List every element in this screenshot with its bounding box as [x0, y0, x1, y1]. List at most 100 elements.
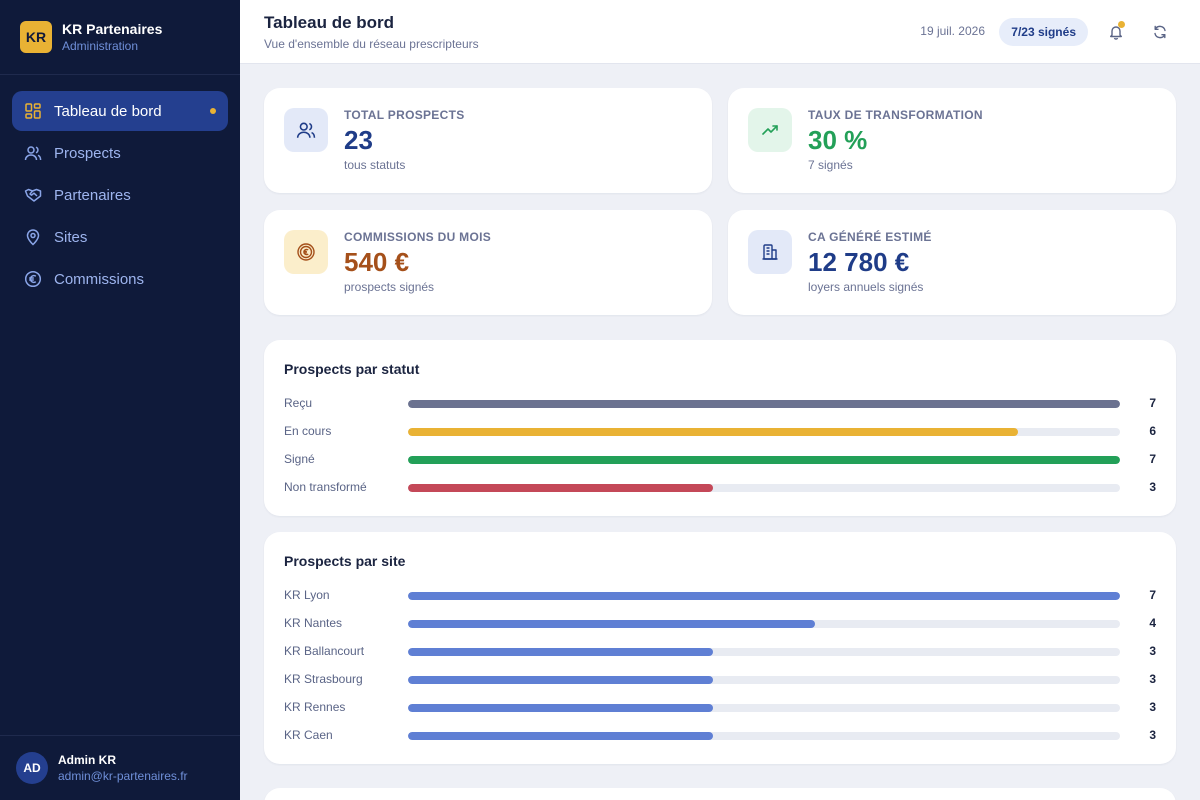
stat-note: prospects signés	[344, 280, 435, 294]
euro-icon	[24, 270, 42, 288]
sidebar: KR KR Partenaires Administration Tableau…	[0, 0, 240, 800]
stat-note: 7 signés	[808, 158, 853, 172]
bar-track	[408, 648, 1120, 656]
signed-count-badge: 7/23 signés	[999, 18, 1088, 46]
bar-track	[408, 676, 1120, 684]
bar-fill	[408, 400, 1120, 408]
bar-count: 6	[1149, 424, 1156, 438]
sidebar-item-sites[interactable]: Sites	[12, 217, 228, 257]
sidebar-item-label: Tableau de bord	[54, 102, 162, 120]
stat-value: 12 780 €	[808, 247, 910, 277]
bar-track	[408, 732, 1120, 740]
stat-note: loyers annuels signés	[808, 280, 924, 294]
page-title: Tableau de bord	[264, 13, 395, 32]
bar-count: 7	[1149, 588, 1156, 602]
dashboard-icon	[24, 102, 42, 120]
bar-label: KR Strasbourg	[284, 672, 363, 686]
stat-icon-box	[284, 230, 328, 274]
handshake-icon	[24, 186, 42, 204]
panel-title: Prospects par site	[284, 553, 406, 569]
brand-subtitle: Administration	[62, 38, 139, 53]
status-panel: Prospects par statut Reçu 7 En cours 6 Signé…	[264, 340, 1176, 516]
bar-fill	[408, 648, 714, 656]
stat-value: 23	[344, 125, 373, 155]
stat-note: tous statuts	[344, 158, 406, 172]
brand: KR KR Partenaires Administration	[0, 0, 240, 75]
bar-row: Signé 7	[284, 450, 1156, 470]
bar-fill	[408, 676, 714, 684]
bar-row: KR Lyon 7	[284, 586, 1156, 606]
stat-value: 540 €	[344, 247, 410, 277]
active-indicator-dot	[210, 108, 216, 114]
sidebar-item-partenaires[interactable]: Partenaires	[12, 175, 228, 215]
bar-label: KR Caen	[284, 728, 333, 742]
bar-label: KR Rennes	[284, 700, 346, 714]
bar-label: Non transformé	[284, 480, 367, 494]
stat-label: TAUX DE TRANSFORMATION	[808, 108, 983, 122]
euro-coin-icon	[296, 242, 316, 262]
sidebar-item-label: Sites	[54, 228, 88, 246]
bar-row: Reçu 7	[284, 394, 1156, 414]
stat-label: COMMISSIONS DU MOIS	[344, 230, 492, 244]
bar-fill	[408, 620, 815, 628]
top-header: Tableau de bord Vue d'ensemble du réseau…	[240, 0, 1200, 64]
users-icon	[24, 144, 42, 162]
notification-dot	[1118, 21, 1125, 28]
bar-track	[408, 592, 1120, 600]
bar-label: KR Nantes	[284, 616, 343, 630]
bar-fill	[408, 592, 1120, 600]
bar-count: 3	[1149, 672, 1156, 686]
notifications-button[interactable]	[1104, 20, 1128, 44]
stat-icon-box	[748, 108, 792, 152]
bar-track	[408, 484, 1120, 492]
bar-count: 7	[1149, 396, 1156, 410]
stat-value: 30 %	[808, 125, 868, 155]
stat-card-monthly-commissions: COMMISSIONS DU MOIS 540 € prospects sign…	[264, 210, 712, 315]
sidebar-item-prospects[interactable]: Prospects	[12, 133, 228, 173]
bar-count: 3	[1149, 480, 1156, 494]
bar-fill	[408, 456, 1120, 464]
bar-label: Signé	[284, 452, 315, 466]
user-name: Admin KR	[58, 753, 116, 767]
next-panel	[264, 788, 1176, 800]
bar-row: KR Rennes 3	[284, 698, 1156, 718]
stat-card-total-prospects: TOTAL PROSPECTS 23 tous statuts	[264, 88, 712, 193]
site-panel: Prospects par site KR Lyon 7 KR Nantes 4 KR …	[264, 532, 1176, 764]
user-email: admin@kr-partenaires.fr	[58, 769, 188, 783]
bar-track	[408, 620, 1120, 628]
map-pin-icon	[24, 228, 42, 246]
stat-label: TOTAL PROSPECTS	[344, 108, 465, 122]
sidebar-nav: Tableau de bord Prospects Partenaires Si…	[0, 75, 240, 299]
main-content: TOTAL PROSPECTS 23 tous statuts TAUX DE …	[240, 64, 1200, 800]
page-subtitle: Vue d'ensemble du réseau prescripteurs	[264, 37, 479, 51]
bar-track	[408, 704, 1120, 712]
bar-label: KR Ballancourt	[284, 644, 365, 658]
bar-row: KR Caen 3	[284, 726, 1156, 746]
avatar: AD	[16, 752, 48, 784]
stat-card-estimated-revenue: CA GÉNÉRÉ ESTIMÉ 12 780 € loyers annuels…	[728, 210, 1176, 315]
refresh-button[interactable]	[1148, 20, 1172, 44]
bar-count: 3	[1149, 728, 1156, 742]
sidebar-item-dashboard[interactable]: Tableau de bord	[12, 91, 228, 131]
user-profile[interactable]: AD Admin KR admin@kr-partenaires.fr	[0, 735, 240, 800]
brand-logo: KR	[20, 21, 52, 53]
sidebar-item-commissions[interactable]: Commissions	[12, 259, 228, 299]
bar-row: En cours 6	[284, 422, 1156, 442]
bar-fill	[408, 484, 714, 492]
sidebar-item-label: Partenaires	[54, 186, 131, 204]
stat-card-conversion-rate: TAUX DE TRANSFORMATION 30 % 7 signés	[728, 88, 1176, 193]
bar-count: 7	[1149, 452, 1156, 466]
bar-row: KR Strasbourg 3	[284, 670, 1156, 690]
bar-fill	[408, 732, 714, 740]
brand-name: KR Partenaires	[62, 20, 163, 37]
bar-track	[408, 428, 1120, 436]
stat-icon-box	[284, 108, 328, 152]
bar-track	[408, 456, 1120, 464]
bar-fill	[408, 428, 1019, 436]
panel-title: Prospects par statut	[284, 361, 420, 377]
bar-row: KR Ballancourt 3	[284, 642, 1156, 662]
bar-label: Reçu	[284, 396, 313, 410]
bar-track	[408, 400, 1120, 408]
trending-up-icon	[760, 120, 780, 140]
bar-row: Non transformé 3	[284, 478, 1156, 498]
